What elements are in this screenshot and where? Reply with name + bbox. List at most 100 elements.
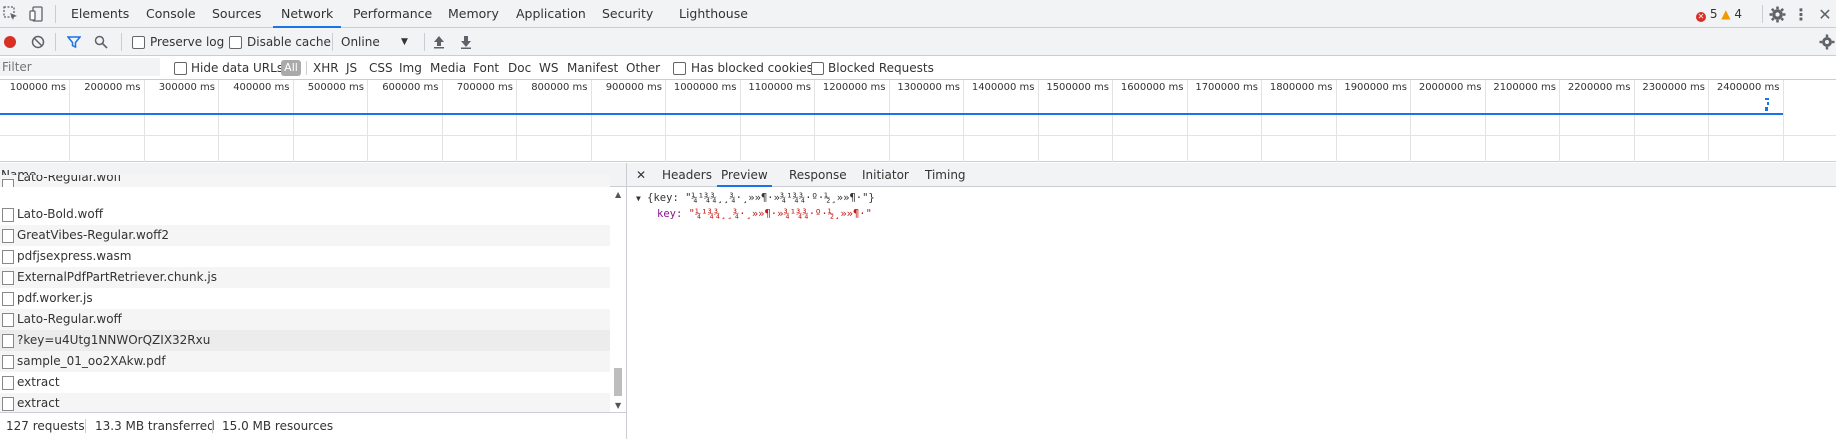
timeline-gridline	[143, 80, 145, 162]
timeline-gridline	[963, 80, 964, 162]
preview-property-row: key: "¼¹¾¾¸¸¾·¸»»¶·»¾¹¾¾·º·½¸»»¶·"	[657, 208, 872, 220]
filter-icon[interactable]	[66, 34, 82, 50]
has-blocked-cookies-checkbox[interactable]	[673, 62, 686, 75]
request-list-scrollbar[interactable]: ▲ ▼	[612, 188, 625, 412]
timeline-tick-label: 400000 ms	[233, 82, 290, 93]
tab-application[interactable]: Application	[508, 0, 594, 28]
export-har-icon[interactable]	[458, 34, 474, 50]
error-icon: ✕	[1696, 12, 1706, 22]
tab-sources[interactable]: Sources	[204, 0, 269, 28]
toolbar-divider	[55, 33, 56, 51]
timeline-tick-label: 100000 ms	[9, 82, 66, 93]
close-detail-icon[interactable]: ✕	[636, 163, 646, 187]
request-row[interactable]: pdf.worker.js	[0, 288, 610, 309]
request-row[interactable]: pdfjsexpress.wasm	[0, 246, 610, 267]
type-filter-manifest[interactable]: Manifest	[567, 56, 618, 80]
tab-elements[interactable]: Elements	[63, 0, 137, 28]
timeline-gridline	[739, 80, 741, 162]
preserve-log-checkbox[interactable]	[132, 36, 145, 49]
disable-cache-checkbox[interactable]	[229, 36, 242, 49]
search-icon[interactable]	[93, 34, 109, 50]
detail-tab-initiator[interactable]: Initiator	[862, 163, 909, 187]
request-row[interactable]: ?key=u4Utg1NNWOrQZIX32Rxu	[0, 330, 610, 351]
scroll-up-arrow-icon[interactable]: ▲	[615, 190, 621, 199]
timeline-tick-label: 1700000 ms	[1195, 82, 1258, 93]
timeline-tick-label: 2100000 ms	[1493, 82, 1556, 93]
request-row[interactable]: GreatVibes-Regular.woff2	[0, 225, 610, 246]
type-filter-other[interactable]: Other	[626, 56, 660, 80]
tab-lighthouse[interactable]: Lighthouse	[671, 0, 756, 28]
timeline-gridline	[1484, 80, 1486, 162]
error-count: 5	[1709, 7, 1718, 21]
settings-gear-icon[interactable]	[1767, 4, 1787, 24]
type-filter-js[interactable]: JS	[346, 56, 357, 80]
type-filter-css[interactable]: CSS	[369, 56, 393, 80]
request-row[interactable]: Lato-Regular.woff	[0, 175, 610, 187]
tab-memory[interactable]: Memory	[440, 0, 507, 28]
detail-tab-timing[interactable]: Timing	[925, 163, 966, 187]
request-row[interactable]: Lato-Regular.woff	[0, 309, 610, 330]
more-options-icon[interactable]: ⋮	[1793, 4, 1809, 24]
type-filter-img[interactable]: Img	[399, 56, 422, 80]
type-filter-all[interactable]: All	[281, 60, 301, 76]
timeline-gridline	[1559, 80, 1560, 162]
toolbar-divider	[55, 5, 56, 23]
type-filter-ws[interactable]: WS	[539, 56, 558, 80]
tab-network[interactable]: Network	[273, 0, 342, 28]
device-toolbar-icon[interactable]	[28, 5, 46, 23]
record-icon[interactable]	[4, 36, 16, 48]
transferred-size: 13.3 MB transferred	[95, 419, 215, 433]
toolbar-divider	[306, 61, 307, 75]
timeline-tick-label: 1500000 ms	[1046, 82, 1109, 93]
file-icon	[2, 179, 14, 187]
timeline-gridline	[1633, 80, 1635, 162]
timeline-tick-label: 1100000 ms	[748, 82, 811, 93]
timeline-tick-label: 1200000 ms	[822, 82, 886, 93]
detail-tab-response[interactable]: Response	[789, 163, 847, 187]
clear-icon[interactable]	[30, 34, 46, 50]
request-row[interactable]: sample_01_oo2XAkw.pdf	[0, 351, 610, 372]
timeline-overview[interactable]: 100000 ms 200000 ms 300000 ms 400000 ms 5000…	[0, 80, 1836, 162]
file-icon	[2, 229, 14, 243]
type-filter-font[interactable]: Font	[473, 56, 499, 80]
request-row[interactable]: Lato-Bold.woff	[0, 204, 610, 225]
scroll-down-arrow-icon[interactable]: ▼	[615, 401, 621, 410]
timeline-tick-label: 2200000 ms	[1567, 82, 1631, 93]
toolbar-divider	[1762, 5, 1763, 23]
preserve-log-label: Preserve log	[150, 35, 225, 49]
request-row[interactable]: extract	[0, 393, 610, 414]
request-name: ?key=u4Utg1NNWOrQZIX32Rxu	[17, 333, 211, 347]
type-filter-xhr[interactable]: XHR	[313, 56, 339, 80]
toolbar-divider	[121, 33, 122, 51]
scrollbar-thumb[interactable]	[614, 368, 622, 396]
network-settings-gear-icon[interactable]	[1818, 33, 1836, 51]
request-name: pdf.worker.js	[17, 291, 93, 305]
inspect-element-icon[interactable]	[2, 5, 20, 23]
request-name: Lato-Bold.woff	[17, 207, 103, 221]
file-icon	[2, 208, 14, 222]
type-filter-media[interactable]: Media	[430, 56, 466, 80]
request-row[interactable]: ExternalPdfPartRetriever.chunk.js	[0, 267, 610, 288]
blocked-requests-checkbox[interactable]	[811, 62, 824, 75]
tab-security[interactable]: Security	[594, 0, 661, 28]
tab-console[interactable]: Console	[138, 0, 204, 28]
timeline-tick-label: 1600000 ms	[1120, 82, 1184, 93]
close-devtools-icon[interactable]: ✕	[1816, 4, 1834, 24]
tab-performance[interactable]: Performance	[345, 0, 440, 28]
issues-counter[interactable]: ✕ 5 ▲ 4	[1696, 0, 1742, 28]
request-name: Lato-Regular.woff	[17, 175, 122, 184]
timeline-request-mark	[1767, 102, 1769, 105]
detail-tab-headers[interactable]: Headers	[662, 163, 712, 187]
type-filter-doc[interactable]: Doc	[508, 56, 531, 80]
hide-data-urls-checkbox[interactable]	[174, 62, 187, 75]
filter-input[interactable]	[0, 58, 160, 76]
throttling-select[interactable]: Online ▼	[341, 28, 413, 56]
import-har-icon[interactable]	[431, 34, 447, 50]
preview-object-summary[interactable]: ▼ {key: "¼¹¾¾¸¸¾·¸»»¶·»¾¹¾¾·º·½¸»»¶·"}	[636, 192, 875, 204]
expand-triangle-icon[interactable]: ▼	[636, 194, 641, 203]
timeline-gridline	[367, 80, 368, 162]
file-icon	[2, 376, 14, 390]
request-row[interactable]: extract	[0, 372, 610, 393]
detail-tab-preview[interactable]: Preview	[717, 163, 772, 187]
file-icon	[2, 334, 14, 348]
